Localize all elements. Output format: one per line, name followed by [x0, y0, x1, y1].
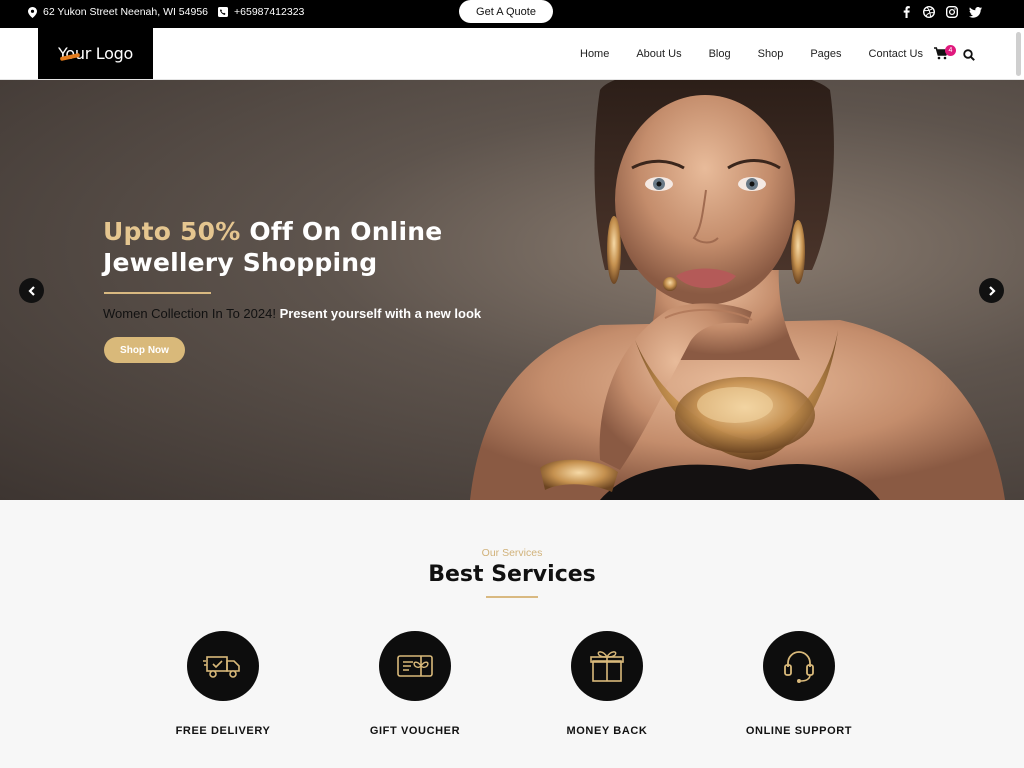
- get-quote-button[interactable]: Get A Quote: [459, 0, 553, 23]
- service-icon-circle: [763, 631, 835, 701]
- search-icon[interactable]: [963, 48, 975, 66]
- service-label: ONLINE SUPPORT: [745, 725, 853, 737]
- nav-item-shop[interactable]: Shop: [758, 48, 784, 60]
- social-links: [890, 5, 982, 19]
- service-label: FREE DELIVERY: [175, 725, 271, 737]
- hero-subtitle-dark: Women Collection In To 2024!: [103, 306, 276, 321]
- services-title: Best Services: [428, 562, 596, 587]
- address-text: 62 Yukon Street Neenah, WI 54956: [43, 6, 209, 18]
- gift-box-icon: [590, 651, 624, 682]
- twitter-icon[interactable]: [968, 5, 982, 19]
- phone-item[interactable]: +65987412323: [218, 6, 304, 18]
- shop-now-button[interactable]: Shop Now: [104, 337, 185, 363]
- service-free-delivery[interactable]: FREE DELIVERY: [153, 631, 293, 737]
- nav-item-home[interactable]: Home: [580, 48, 609, 60]
- top-bar: 62 Yukon Street Neenah, WI 54956 +659874…: [0, 0, 1024, 28]
- service-money-back[interactable]: MONEY BACK: [537, 631, 677, 737]
- service-online-support[interactable]: ONLINE SUPPORT: [729, 631, 869, 737]
- nav-menu: Home About Us Blog Shop Pages Contact Us: [580, 48, 950, 60]
- services-kicker: Our Services: [481, 547, 543, 559]
- slider-prev-button[interactable]: [19, 278, 44, 303]
- model-jewellery-image: [470, 80, 1005, 500]
- logo-text: Your Logo: [58, 44, 133, 63]
- scrollbar[interactable]: [1016, 32, 1021, 76]
- instagram-icon[interactable]: [945, 5, 959, 19]
- hero-title: Upto 50% Off On Online Jewellery Shoppin…: [103, 216, 442, 278]
- service-icon-circle: [571, 631, 643, 701]
- service-icon-circle: [379, 631, 451, 701]
- hero-title-accent: Upto 50%: [103, 217, 241, 246]
- site-logo[interactable]: Your Logo: [38, 28, 153, 79]
- chevron-left-icon: [27, 285, 35, 296]
- service-gift-voucher[interactable]: GIFT VOUCHER: [345, 631, 485, 737]
- address-item: 62 Yukon Street Neenah, WI 54956: [28, 6, 208, 18]
- phone-text[interactable]: +65987412323: [234, 6, 304, 18]
- service-label: GIFT VOUCHER: [369, 725, 461, 737]
- hero-subtitle: Women Collection In To 2024! Present you…: [103, 306, 481, 321]
- hero-title-rest: Off On Online: [240, 217, 443, 246]
- chevron-right-icon: [988, 285, 996, 296]
- delivery-truck-icon: [203, 656, 240, 678]
- service-icon-circle: [187, 631, 259, 701]
- main-navbar: Your Logo Home About Us Blog Shop Pages …: [0, 28, 1024, 80]
- services-divider: [486, 596, 538, 598]
- contact-info: 62 Yukon Street Neenah, WI 54956 +659874…: [28, 6, 314, 18]
- slider-next-button[interactable]: [979, 278, 1004, 303]
- hero-title-line2: Jewellery Shopping: [103, 248, 378, 277]
- cart-count-badge: 4: [945, 45, 956, 56]
- hero-slider: Upto 50% Off On Online Jewellery Shoppin…: [0, 80, 1024, 500]
- hero-subtitle-light: Present yourself with a new look: [275, 306, 482, 321]
- gift-voucher-icon: [397, 655, 433, 677]
- nav-item-pages[interactable]: Pages: [810, 48, 841, 60]
- service-label: MONEY BACK: [566, 725, 648, 737]
- nav-item-contact-us[interactable]: Contact Us: [869, 48, 923, 60]
- nav-item-blog[interactable]: Blog: [709, 48, 731, 60]
- nav-item-about-us[interactable]: About Us: [636, 48, 681, 60]
- map-pin-icon: [28, 6, 37, 18]
- facebook-icon[interactable]: [899, 5, 913, 19]
- dribbble-icon[interactable]: [922, 5, 936, 19]
- hero-divider: [104, 292, 211, 294]
- headset-icon: [784, 651, 814, 683]
- phone-icon: [218, 7, 229, 17]
